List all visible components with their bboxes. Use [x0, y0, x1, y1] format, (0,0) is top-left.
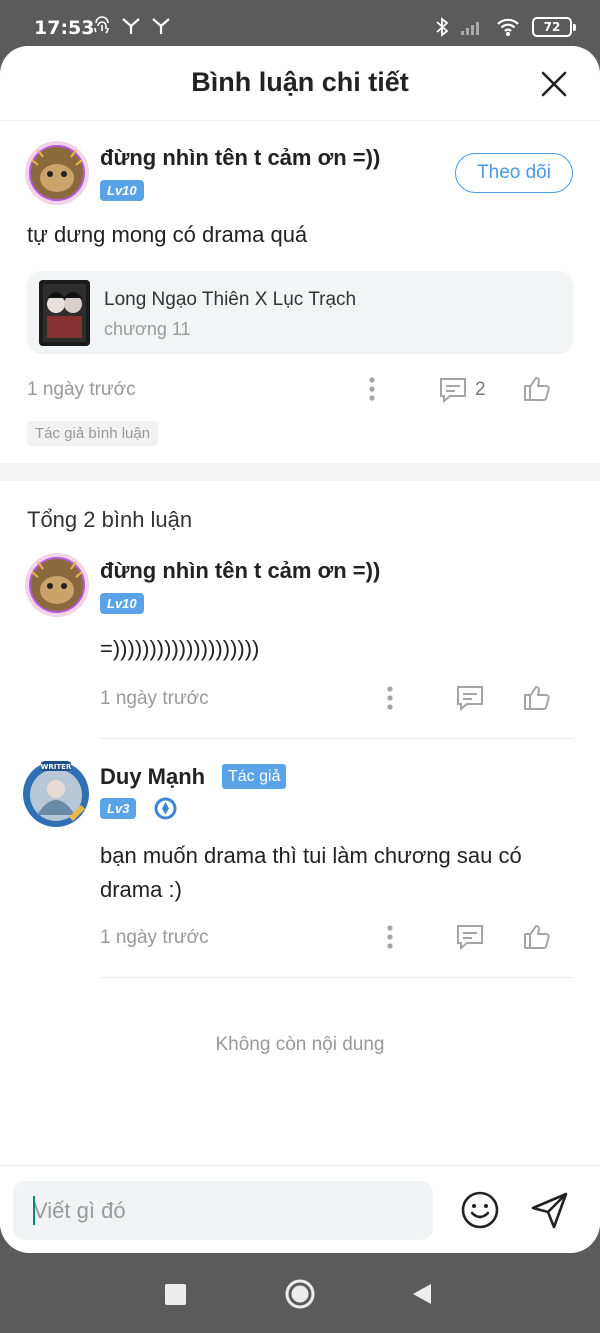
avatar[interactable]	[24, 140, 90, 206]
status-left-icons	[93, 16, 171, 36]
writer-badge-icon	[154, 797, 177, 820]
story-chapter: chương 11	[104, 319, 191, 339]
story-card[interactable]: Long Ngạo Thiên X Lục Trạch chương 11	[27, 271, 573, 354]
emoji-icon[interactable]	[460, 1190, 500, 1230]
text-caret	[33, 1196, 35, 1225]
section-divider	[0, 463, 600, 481]
signal-icon	[461, 22, 479, 35]
antenna-icon	[152, 18, 170, 34]
avatar[interactable]: WRITER	[21, 759, 91, 829]
main-comment-text: tự dưng mong có drama quá	[27, 222, 308, 247]
reply-comment-icon[interactable]	[455, 923, 485, 950]
svg-text:WRITER: WRITER	[41, 763, 72, 771]
level-badge: Lv10	[100, 180, 144, 201]
end-of-content-text: Không còn nội dung	[215, 1034, 385, 1055]
comment-input[interactable]	[13, 1181, 433, 1240]
battery-icon: 72	[532, 17, 576, 37]
bluetooth-icon	[436, 17, 448, 37]
antenna-icon	[122, 18, 140, 34]
like-icon[interactable]	[522, 922, 551, 951]
follow-button[interactable]: Theo dõi	[455, 153, 573, 193]
reply-text: =))))))))))))))))))))	[100, 636, 260, 661]
comment-detail-sheet: Bình luận chi tiết đừng nhìn tên t cảm ơ…	[0, 46, 600, 1253]
more-options-icon[interactable]	[384, 924, 396, 950]
divider	[100, 977, 573, 978]
fingerprint-icon	[94, 16, 109, 34]
author-comment-tag: Tác giả bình luận	[27, 421, 159, 446]
story-title: Long Ngạo Thiên X Lục Trạch	[104, 289, 357, 310]
status-right-icons: 72	[436, 17, 576, 37]
reply-username[interactable]: đừng nhìn tên t cảm ơn =))	[100, 558, 380, 584]
navigation-bar	[0, 1253, 600, 1333]
avatar[interactable]	[24, 552, 90, 618]
recents-square-icon[interactable]	[165, 1284, 186, 1305]
reply-count: 2	[475, 379, 486, 400]
like-icon[interactable]	[522, 374, 551, 403]
total-comments-label: Tổng 2 bình luận	[27, 507, 193, 532]
composer-bar	[0, 1165, 600, 1253]
wifi-icon	[497, 18, 519, 36]
send-icon[interactable]	[530, 1190, 570, 1230]
story-cover-image	[39, 280, 90, 346]
main-comment-username[interactable]: đừng nhìn tên t cảm ơn =))	[100, 145, 380, 171]
home-circle-icon[interactable]	[284, 1278, 316, 1310]
level-badge: Lv10	[100, 593, 144, 614]
comment-time: 1 ngày trước	[27, 379, 136, 400]
like-icon[interactable]	[522, 683, 551, 712]
comment-icon[interactable]	[438, 376, 468, 403]
reply-comment-icon[interactable]	[455, 684, 485, 711]
more-options-icon[interactable]	[366, 376, 378, 402]
close-icon[interactable]	[540, 70, 568, 98]
page-title: Bình luận chi tiết	[191, 67, 409, 97]
reply-time: 1 ngày trước	[100, 927, 209, 948]
divider	[100, 738, 573, 739]
level-badge: Lv3	[100, 798, 137, 819]
reply-username[interactable]: Duy Mạnh	[100, 764, 205, 790]
status-time: 17:53	[34, 17, 95, 39]
sheet-header: Bình luận chi tiết	[0, 46, 600, 121]
back-triangle-icon[interactable]	[412, 1283, 432, 1305]
author-tag: Tác giả	[222, 764, 287, 789]
reply-text: bạn muốn drama thì tui làm chương sau có…	[100, 843, 522, 902]
more-options-icon[interactable]	[384, 685, 396, 711]
reply-time: 1 ngày trước	[100, 688, 209, 709]
